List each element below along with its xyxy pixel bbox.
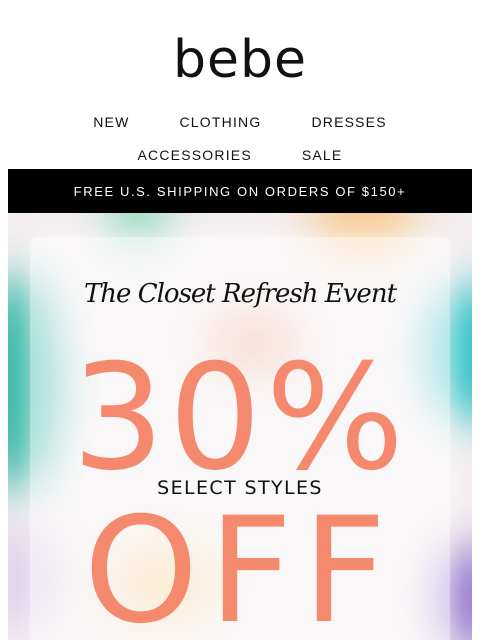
nav-row-1: NEW CLOTHING DRESSES (0, 114, 480, 130)
off-label: OFF (83, 486, 397, 640)
discount-percent: 30% (71, 333, 409, 503)
hero-banner[interactable]: The Closet Refresh Event 30% SELECT STYL… (8, 213, 472, 640)
event-title: The Closet Refresh Event (83, 279, 397, 309)
logo[interactable]: bebe (0, 28, 480, 92)
nav-link-clothing[interactable]: CLOTHING (180, 114, 262, 130)
nav-link-new[interactable]: NEW (93, 114, 129, 130)
shipping-banner-text: FREE U.S. SHIPPING ON ORDERS OF $150+ (73, 183, 407, 199)
nav-row-2: ACCESSORIES SALE (0, 147, 480, 163)
nav-link-sale[interactable]: SALE (302, 147, 343, 163)
nav-link-dresses[interactable]: DRESSES (311, 114, 386, 130)
nav-link-accessories[interactable]: ACCESSORIES (138, 147, 252, 163)
shipping-banner[interactable]: FREE U.S. SHIPPING ON ORDERS OF $150+ (8, 169, 472, 213)
